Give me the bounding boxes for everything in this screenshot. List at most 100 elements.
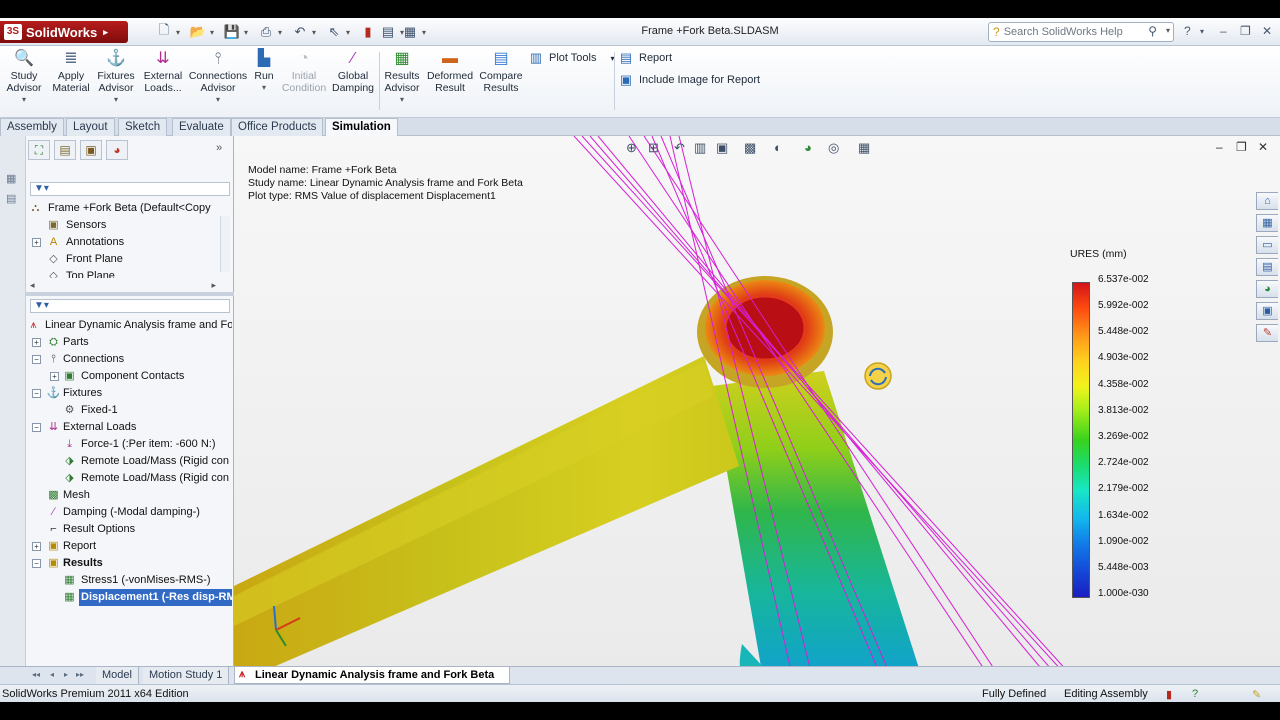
- new-document-icon[interactable]: 🗋: [156, 22, 180, 40]
- tree-item-top-plane[interactable]: ◇ Top Plane: [26, 268, 232, 278]
- tab-linear-dynamic-study[interactable]: ⩚ Linear Dynamic Analysis frame and Fork…: [234, 667, 510, 684]
- last-tab-icon[interactable]: ▸▸: [76, 670, 84, 679]
- view-palette-icon[interactable]: ▤: [1256, 258, 1278, 276]
- study-root[interactable]: ⩚ Linear Dynamic Analysis frame and Fo: [26, 317, 232, 334]
- tab-model[interactable]: Model: [96, 667, 139, 684]
- viewport-close-icon[interactable]: ✕: [1258, 140, 1268, 154]
- feature-tree-filter[interactable]: ▼▾: [30, 182, 230, 196]
- display-style-icon[interactable]: ▩: [744, 140, 756, 156]
- tree-item-front-plane[interactable]: ◇ Front Plane: [26, 251, 232, 268]
- tree-item-fixtures[interactable]: − ⚓ Fixtures: [26, 385, 232, 402]
- close-icon[interactable]: ✕: [1262, 24, 1272, 38]
- custom-properties-icon[interactable]: ▣: [1256, 302, 1278, 320]
- feature-tree-scrollbar[interactable]: [220, 216, 230, 272]
- forum-icon[interactable]: ✎: [1256, 324, 1278, 342]
- prev-tab-icon[interactable]: ◂: [50, 670, 54, 679]
- tab-layout[interactable]: Layout: [66, 118, 115, 136]
- study-tree-filter[interactable]: ▼▾: [30, 299, 230, 313]
- compare-results-button[interactable]: ▤ Compare Results: [478, 50, 524, 94]
- tree-item-external-loads[interactable]: − ⇊ External Loads: [26, 419, 232, 436]
- tab-evaluate[interactable]: Evaluate: [172, 118, 231, 136]
- hide-show-items-icon[interactable]: ◐: [774, 140, 782, 155]
- appearances-icon[interactable]: ◕: [1256, 280, 1278, 298]
- previous-view-icon[interactable]: ↶: [674, 140, 685, 156]
- tab-office-products[interactable]: Office Products: [231, 118, 324, 136]
- expand-panel-icon[interactable]: »: [216, 142, 222, 154]
- zoom-to-area-icon[interactable]: ⊞: [648, 140, 659, 156]
- expand-icon[interactable]: +: [32, 542, 41, 551]
- study-advisor-button[interactable]: 🔍 Study Advisor ▾: [4, 50, 44, 106]
- feature-tree-root[interactable]: ⛬ Frame +Fork Beta (Default<Copy: [26, 200, 232, 217]
- tree-item-damping[interactable]: ∕ Damping (-Modal damping-): [26, 504, 232, 521]
- tab-assembly[interactable]: Assembly: [0, 118, 64, 136]
- help-icon[interactable]: ?: [1184, 24, 1191, 38]
- sidebar-tool-icon[interactable]: ▦: [6, 172, 16, 185]
- restore-icon[interactable]: ❐: [1240, 24, 1251, 38]
- view-settings-icon[interactable]: ▦: [858, 140, 870, 156]
- file-explorer-icon[interactable]: ▭: [1256, 236, 1278, 254]
- edit-appearance-icon[interactable]: ◕: [804, 140, 812, 155]
- tree-item-force-1[interactable]: ⤓ Force-1 (:Per item: -600 N:): [26, 436, 232, 453]
- help-dropdown-icon[interactable]: ▾: [1200, 27, 1204, 36]
- options-icon[interactable]: ▦: [402, 24, 426, 40]
- tree-item-result-options[interactable]: ⌐ Result Options: [26, 521, 232, 538]
- solidworks-resources-icon[interactable]: ⌂: [1256, 192, 1278, 210]
- tree-item-annotations[interactable]: + A Annotations: [26, 234, 232, 251]
- undo-icon[interactable]: ↶: [292, 24, 316, 40]
- tab-sketch[interactable]: Sketch: [118, 118, 168, 136]
- tree-item-results[interactable]: − ▣ Results: [26, 555, 232, 572]
- initial-condition-button[interactable]: ◔ Initial Condition: [280, 50, 328, 94]
- search-dropdown-icon[interactable]: ▾: [1166, 26, 1170, 35]
- expand-icon[interactable]: +: [50, 372, 59, 381]
- collapse-icon[interactable]: −: [32, 389, 41, 398]
- panel-splitter[interactable]: [26, 292, 234, 296]
- apply-material-button[interactable]: ≣ Apply Material: [50, 50, 92, 94]
- results-advisor-button[interactable]: ▦ Results Advisor ▾: [382, 50, 422, 106]
- plot-tools-button[interactable]: ▥ Plot Tools ▾: [528, 50, 615, 66]
- tree-item-component-contacts[interactable]: + ▣ Component Contacts: [26, 368, 232, 385]
- apply-scene-icon[interactable]: ◎: [828, 140, 839, 156]
- tree-item-displacement1[interactable]: ▦ Displacement1 (-Res disp-RM: [26, 589, 232, 606]
- tree-item-connections[interactable]: − ⫯ Connections: [26, 351, 232, 368]
- solidworks-logo[interactable]: 3S SolidWorks ▸: [0, 21, 128, 43]
- collapse-icon[interactable]: −: [32, 423, 41, 432]
- expand-icon[interactable]: +: [32, 338, 41, 347]
- global-damping-button[interactable]: ∕ Global Damping: [330, 50, 376, 94]
- section-view-icon[interactable]: ▥: [694, 140, 706, 156]
- next-tab-icon[interactable]: ▸: [64, 670, 68, 679]
- display-manager-tab-icon[interactable]: ◕: [106, 140, 128, 160]
- tab-simulation[interactable]: Simulation: [325, 118, 398, 136]
- tree-item-mesh[interactable]: ▩ Mesh: [26, 487, 232, 504]
- minimize-icon[interactable]: –: [1220, 24, 1227, 38]
- view-orientation-icon[interactable]: ▣: [716, 140, 728, 156]
- feature-tree-hscroll[interactable]: ◂ ▸: [30, 280, 216, 290]
- tree-item-fixed-1[interactable]: ⚙ Fixed-1: [26, 402, 232, 419]
- fixtures-advisor-button[interactable]: ⚓ Fixtures Advisor ▾: [96, 50, 136, 106]
- external-loads-button[interactable]: ⇊ External Loads...: [140, 50, 186, 94]
- tree-item-parts[interactable]: + ⛭ Parts: [26, 334, 232, 351]
- print-icon[interactable]: ⎙: [258, 24, 282, 40]
- property-manager-tab-icon[interactable]: ▤: [54, 140, 76, 160]
- design-library-icon[interactable]: ▦: [1256, 214, 1278, 232]
- feature-manager-tab-icon[interactable]: ⛶: [28, 140, 50, 160]
- run-button[interactable]: ▙ Run ▾: [250, 50, 278, 94]
- first-tab-icon[interactable]: ◂◂: [32, 670, 40, 679]
- open-folder-icon[interactable]: 📂: [190, 24, 214, 40]
- collapse-icon[interactable]: −: [32, 355, 41, 364]
- help-search-input[interactable]: ? Search SolidWorks Help ⚲ ▾: [988, 22, 1174, 42]
- scroll-right-icon[interactable]: ▸: [211, 280, 216, 291]
- deformed-result-button[interactable]: ▬ Deformed Result: [424, 50, 476, 94]
- tree-item-sensors[interactable]: ▣ Sensors: [26, 217, 232, 234]
- expand-icon[interactable]: +: [32, 238, 41, 247]
- select-pointer-icon[interactable]: ⇖: [326, 24, 350, 40]
- tree-item-remote-load-2[interactable]: ⬗ Remote Load/Mass (Rigid con: [26, 470, 232, 487]
- quick-tips-icon[interactable]: ✎: [1252, 688, 1261, 701]
- viewport-minimize-icon[interactable]: –: [1216, 140, 1223, 154]
- rebuild-status-icon[interactable]: ▮: [1166, 688, 1172, 701]
- collapse-icon[interactable]: −: [32, 559, 41, 568]
- connections-advisor-button[interactable]: ⫯ Connections Advisor ▾: [188, 50, 248, 106]
- tree-item-report[interactable]: + ▣ Report: [26, 538, 232, 555]
- include-image-button[interactable]: ▣ Include Image for Report: [618, 72, 760, 88]
- viewport-restore-icon[interactable]: ❐: [1236, 140, 1247, 154]
- rebuild-traffic-light-icon[interactable]: ▮: [360, 24, 376, 40]
